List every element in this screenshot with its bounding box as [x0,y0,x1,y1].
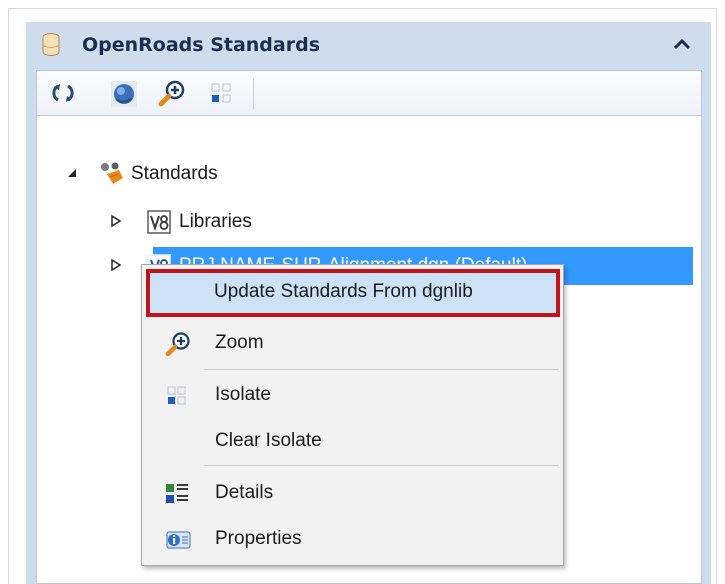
menu-separator [204,465,559,466]
globe-icon[interactable] [109,79,137,107]
chevron-up-icon[interactable] [673,37,691,56]
panel-header[interactable]: OpenRoads Standards [26,22,711,68]
database-icon [40,32,62,63]
expanded-triangle-icon[interactable] [65,166,79,185]
menu-item-properties[interactable]: Properties [142,517,563,561]
menu-item-clear-isolate[interactable]: Clear Isolate [142,419,563,463]
properties-icon [164,527,192,558]
panel-title: OpenRoads Standards [82,34,321,56]
menu-item-isolate[interactable]: Isolate [142,373,563,417]
tree-node-libraries[interactable]: Libraries [37,203,697,241]
highlight-callout-box: Update Standards From dgnlib [146,269,560,317]
tree-node-label: Standards [131,163,218,184]
isolate-icon [164,383,190,414]
tree-node-label: Libraries [179,211,252,232]
isolate-icon[interactable] [207,79,235,107]
menu-item-zoom[interactable]: Zoom [142,321,563,365]
details-icon [164,481,190,512]
toolbar [36,70,702,116]
refresh-icon[interactable] [49,79,77,107]
menu-separator [204,369,559,370]
menu-item-label: Isolate [215,384,271,405]
collapsed-triangle-icon[interactable] [109,258,123,277]
menu-item-label: Clear Isolate [215,430,322,451]
zoom-icon [164,331,192,364]
menu-item-label: Details [215,482,274,503]
zoom-icon[interactable] [157,79,185,107]
tree-node-standards[interactable]: Standards [37,155,697,193]
menu-item-details[interactable]: Details [142,471,563,515]
menu-item-label-highlighted[interactable]: Update Standards From dgnlib [214,281,473,303]
toolbar-separator [253,79,254,109]
v8-file-icon [147,210,171,239]
menu-item-label: Zoom [215,332,264,353]
collapsed-triangle-icon[interactable] [109,214,123,233]
menu-item-label: Properties [215,528,302,549]
standards-icon [97,160,127,193]
